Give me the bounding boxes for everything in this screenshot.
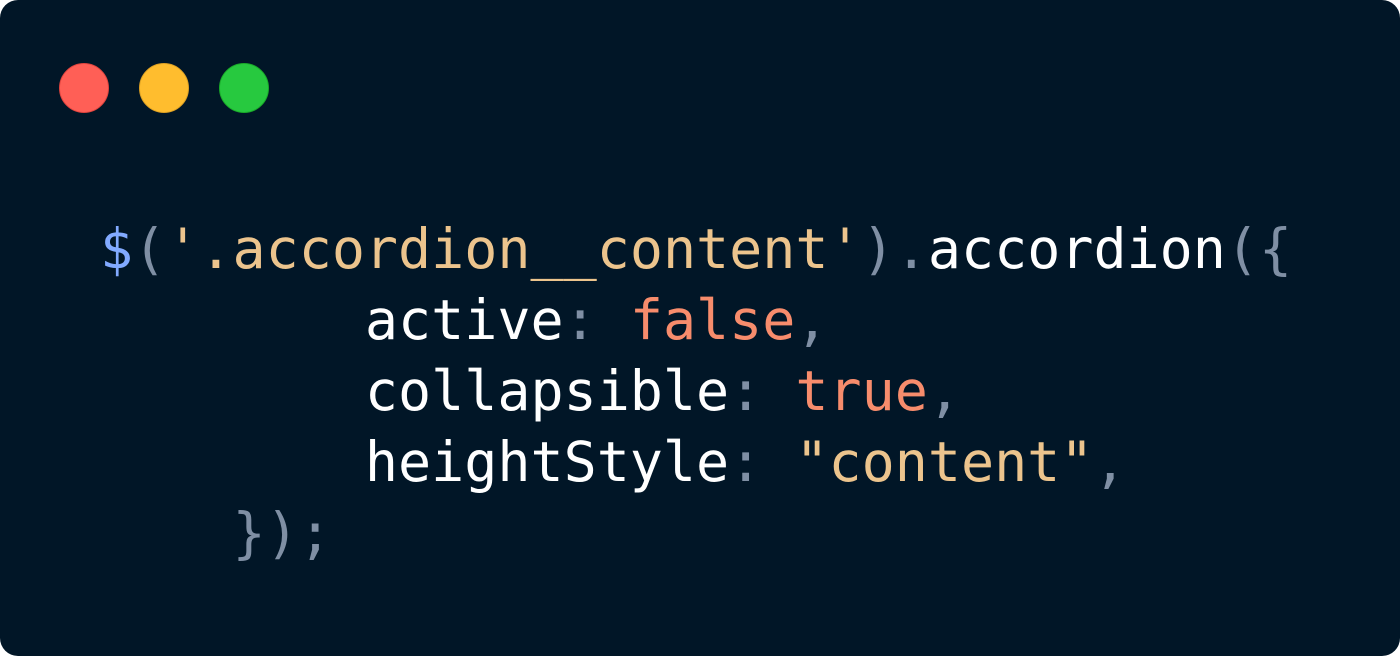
code-token-dollar: $: [100, 217, 134, 281]
window-controls: [59, 63, 269, 113]
code-line-3: collapsible: true,: [100, 356, 1292, 427]
code-token-comma: ,: [927, 359, 961, 423]
code-token-selector: '.accordion__content': [166, 217, 862, 281]
code-token-value-false: false: [629, 288, 796, 352]
code-token-close-paren: ): [861, 217, 895, 281]
code-line-1: $('.accordion__content').accordion({: [100, 214, 1292, 285]
code-line-5: });: [100, 498, 1292, 569]
code-token-comma: ,: [795, 288, 829, 352]
code-token-colon: :: [729, 430, 796, 494]
code-token-colon: :: [563, 288, 630, 352]
close-button[interactable]: [59, 63, 109, 113]
code-token-key-active: active: [364, 288, 564, 352]
code-window: $('.accordion__content').accordion({ act…: [0, 0, 1400, 656]
minimize-button[interactable]: [139, 63, 189, 113]
code-token-close: });: [232, 501, 332, 565]
code-token-value-true: true: [795, 359, 928, 423]
maximize-button[interactable]: [219, 63, 269, 113]
code-block: $('.accordion__content').accordion({ act…: [100, 214, 1292, 569]
code-token-open-paren: (: [133, 217, 167, 281]
code-token-method: accordion: [927, 217, 1226, 281]
code-token-key-heightstyle: heightStyle: [364, 430, 730, 494]
code-line-2: active: false,: [100, 285, 1292, 356]
code-token-value-content: "content": [795, 430, 1094, 494]
code-token-dot: .: [894, 217, 928, 281]
code-token-colon: :: [729, 359, 796, 423]
code-token-comma: ,: [1093, 430, 1127, 494]
code-line-4: heightStyle: "content",: [100, 427, 1292, 498]
code-token-key-collapsible: collapsible: [364, 359, 730, 423]
code-token-open-brace: ({: [1225, 217, 1293, 281]
